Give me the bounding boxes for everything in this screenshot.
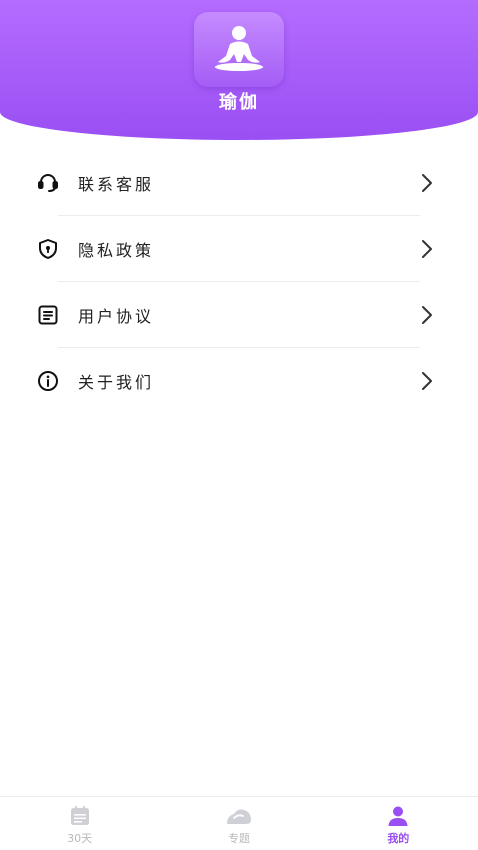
tab-mine[interactable]: 我的	[319, 797, 478, 850]
info-icon	[36, 367, 64, 395]
menu-item-user-agreement[interactable]: 用户协议	[0, 282, 478, 348]
settings-menu: 联系客服 隐私政策 用户协议 关于我们	[0, 150, 478, 414]
tab-topics[interactable]: 专题	[159, 797, 318, 850]
profile-page: 瑜伽 联系客服 隐私政策 用户协议 关于我们 30天 专题 我的	[0, 0, 478, 850]
chevron-right-icon	[420, 238, 438, 260]
menu-item-label: 关于我们	[78, 373, 155, 392]
menu-item-about-us[interactable]: 关于我们	[0, 348, 478, 414]
user-icon	[386, 802, 410, 828]
shield-lock-icon	[36, 235, 64, 263]
menu-item-label: 用户协议	[78, 307, 155, 326]
headset-icon	[36, 169, 64, 197]
bottom-tab-bar: 30天 专题 我的	[0, 796, 478, 850]
tab-30-days[interactable]: 30天	[0, 797, 159, 850]
chevron-right-icon	[420, 304, 438, 326]
tab-label: 30天	[67, 831, 93, 845]
tab-label: 专题	[227, 831, 250, 845]
chevron-right-icon	[420, 370, 438, 392]
app-title: 瑜伽	[219, 92, 259, 113]
menu-item-customer-service[interactable]: 联系客服	[0, 150, 478, 216]
menu-item-privacy-policy[interactable]: 隐私政策	[0, 216, 478, 282]
yoga-meditation-icon	[214, 25, 264, 71]
document-icon	[36, 301, 64, 329]
header-banner: 瑜伽	[0, 0, 478, 140]
calendar-icon	[68, 802, 92, 828]
menu-item-label: 联系客服	[78, 175, 155, 194]
menu-item-label: 隐私政策	[78, 241, 155, 260]
chevron-right-icon	[420, 172, 438, 194]
topic-icon	[224, 802, 254, 828]
tab-label: 我的	[387, 831, 410, 845]
app-icon	[194, 12, 284, 87]
